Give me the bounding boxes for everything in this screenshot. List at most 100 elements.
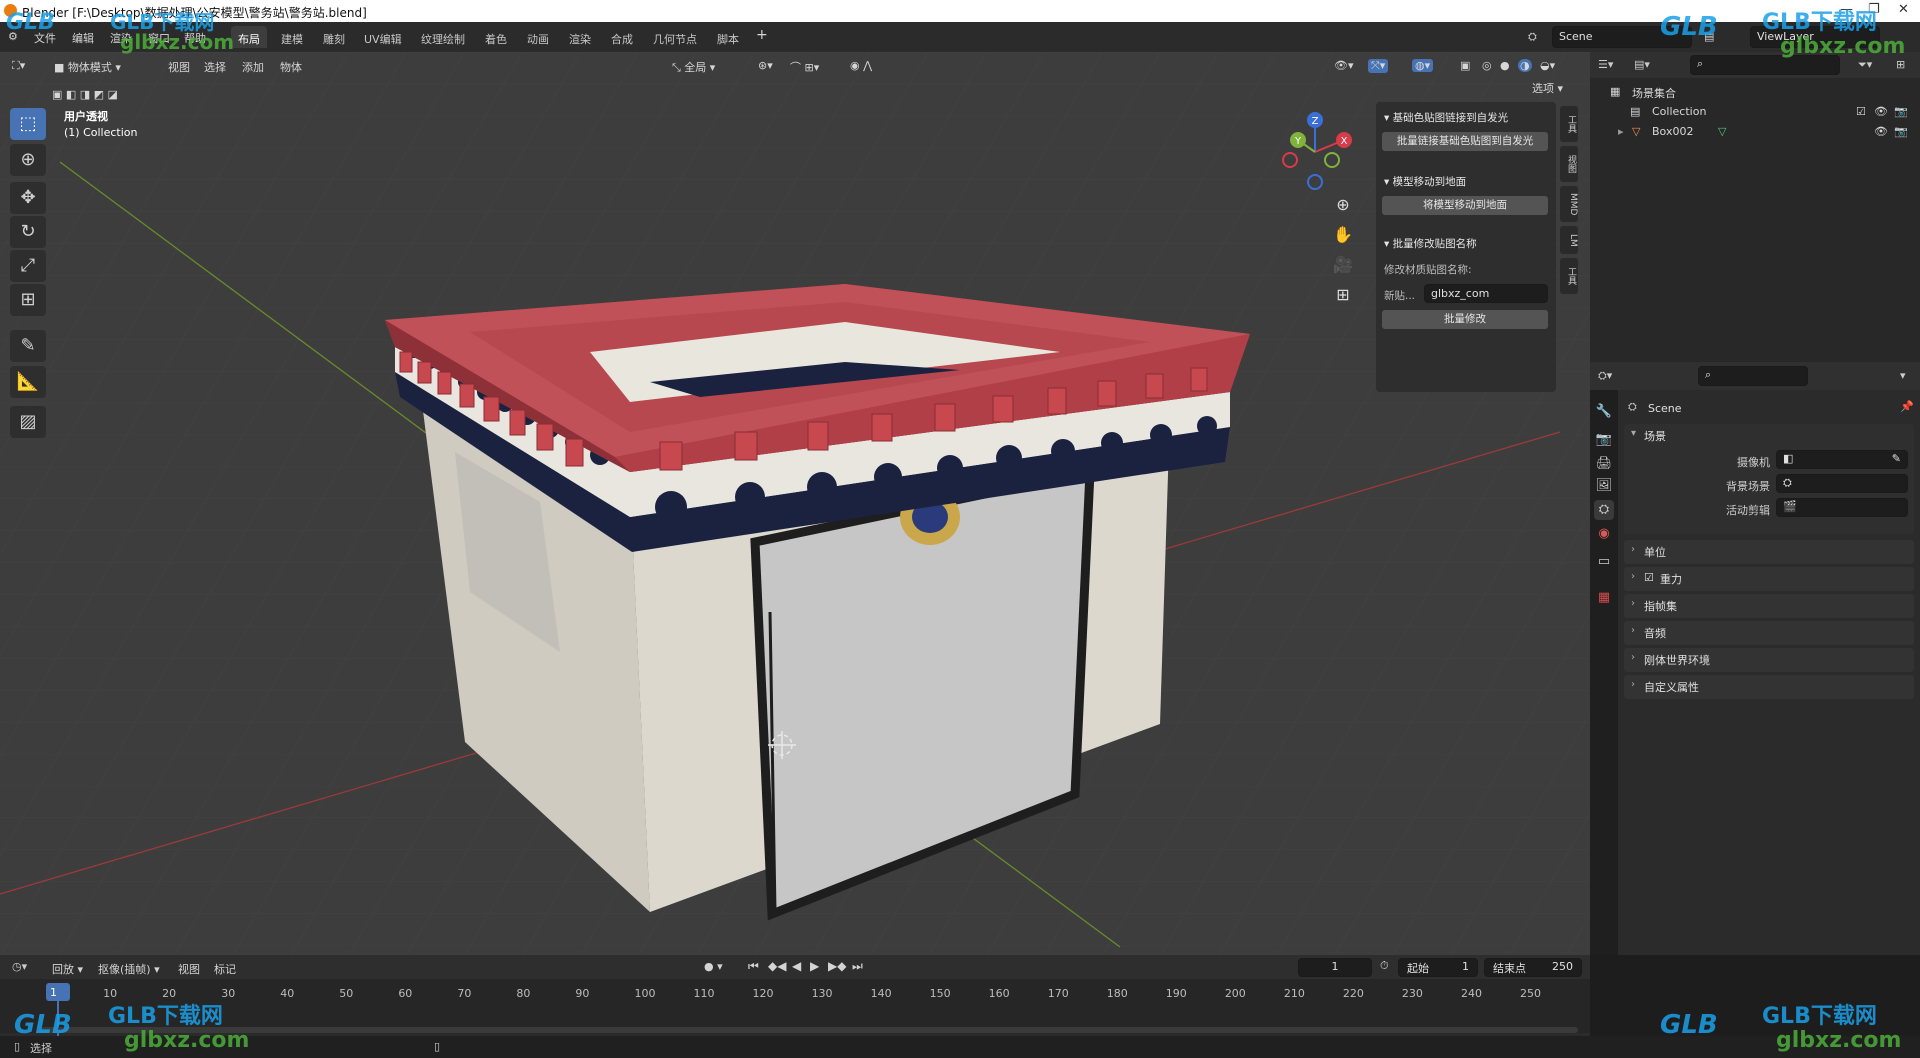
mode-selector[interactable]: ■ 物体模式 ▾ [54, 59, 121, 75]
display-mode-icon[interactable]: ▤▾ [1634, 58, 1650, 71]
tool-tab-icon[interactable]: 🔧 [1594, 402, 1614, 422]
play-reverse-icon[interactable]: ◀ [792, 959, 801, 973]
tab-uv-editing[interactable]: UV编辑 [357, 26, 409, 48]
batch-rename-button[interactable]: 批量修改 [1382, 310, 1548, 329]
view-layer-tab-icon[interactable]: 🖼 [1594, 476, 1614, 496]
prev-keyframe-icon[interactable]: ◆◀ [768, 959, 786, 973]
move-to-ground-button[interactable]: 将模型移动到地面 [1382, 196, 1548, 215]
stopwatch-icon[interactable]: ⏱ [1380, 959, 1389, 973]
expand-arrow-icon[interactable]: ▸ [1618, 125, 1624, 138]
scene-tab-icon[interactable]: ⛭ [1594, 500, 1614, 520]
camera-icon[interactable]: 📷 [1894, 105, 1908, 118]
background-scene-field[interactable]: ⛭ [1776, 474, 1908, 493]
xray-icon[interactable]: ▣ [1460, 59, 1470, 72]
menu-timeline-view[interactable]: 视图 [178, 961, 200, 977]
tab-scripting[interactable]: 脚本 [710, 26, 746, 48]
add-workspace-icon[interactable]: + [756, 27, 768, 43]
shading-rendered-icon[interactable]: ◒▾ [1540, 59, 1555, 72]
properties-editor-icon[interactable]: ⛭▾ [1598, 369, 1612, 383]
visibility-icon[interactable]: 👁▾ [1334, 59, 1354, 72]
snap-icon[interactable]: ⌒ ⊞▾ [790, 59, 819, 75]
close-icon[interactable]: ✕ [1898, 2, 1909, 17]
texture-tab-icon[interactable]: ▦ [1594, 588, 1614, 608]
custom-properties-panel[interactable]: › 自定义属性 [1624, 675, 1914, 699]
side-tab-lm[interactable]: LM [1560, 226, 1578, 254]
tab-layout[interactable]: 布局 [231, 26, 267, 48]
new-collection-icon[interactable]: ⊞ [1896, 58, 1905, 71]
tab-modeling[interactable]: 建模 [274, 26, 310, 48]
navigation-gizmo[interactable]: Z X Y [1270, 110, 1360, 190]
side-tab-tool[interactable]: 工具 [1560, 106, 1578, 142]
options-dropdown[interactable]: 选项 ▾ [1532, 80, 1563, 96]
new-name-input[interactable]: glbxz_com [1424, 284, 1548, 303]
pan-hand-icon[interactable]: ✋ [1330, 222, 1356, 248]
gravity-panel[interactable]: › ☑ 重力 [1624, 567, 1914, 591]
rigid-body-world-panel[interactable]: › 刚体世界环境 [1624, 648, 1914, 672]
keying-sets-panel[interactable]: › 指帧集 [1624, 594, 1914, 618]
jump-end-icon[interactable]: ⏭ [852, 959, 863, 974]
next-keyframe-icon[interactable]: ▶◆ [828, 959, 846, 973]
tab-geometry-nodes[interactable]: 几何节点 [646, 26, 704, 48]
timeline-editor-icon[interactable]: ◷▾ [12, 960, 27, 973]
select-box-tool[interactable]: ⬚ [10, 108, 46, 140]
filter-icon[interactable]: ⏷▾ [1858, 58, 1872, 72]
list-item[interactable]: ▸ ▽ Box002 ▽ 👁 📷 [1590, 122, 1920, 142]
cursor-tool[interactable]: ⊕ [10, 144, 46, 176]
eye-icon[interactable]: 👁 [1874, 125, 1888, 138]
scene-collection-row[interactable]: ▦ 场景集合 [1590, 82, 1920, 102]
proportional-edit-icon[interactable]: ◉ ⋀ [850, 59, 872, 72]
chevron-down-icon[interactable]: ▾ [1900, 369, 1906, 382]
render-tab-icon[interactable]: 📷 [1594, 430, 1614, 450]
current-frame-field[interactable]: 1 [1298, 958, 1372, 977]
menu-keying[interactable]: 抠像(插帧) ▾ [98, 961, 160, 977]
camera-view-icon[interactable]: 🎥 [1330, 252, 1356, 278]
properties-search-input[interactable]: ⌕ [1698, 366, 1808, 386]
ortho-toggle-icon[interactable]: ⊞ [1330, 282, 1356, 308]
start-frame-field[interactable]: 起始 1 [1398, 958, 1478, 977]
end-frame-field[interactable]: 结束点 250 [1484, 958, 1582, 977]
output-tab-icon[interactable]: 🖨 [1594, 454, 1614, 474]
menu-object[interactable]: 物体 [280, 59, 302, 75]
gravity-checkbox[interactable]: ☑ [1644, 571, 1654, 584]
shading-wireframe-icon[interactable]: ◎ [1482, 59, 1492, 72]
tab-shading[interactable]: 着色 [478, 26, 514, 48]
menu-add[interactable]: 添加 [242, 59, 264, 75]
editor-type-icon[interactable]: ⛶▾ [12, 59, 25, 73]
menu-view[interactable]: 视图 [168, 59, 190, 75]
scale-tool[interactable]: ⤢ [10, 250, 46, 282]
menu-select[interactable]: 选择 [204, 59, 226, 75]
collection-tab-icon[interactable]: ▭ [1594, 552, 1614, 572]
camera-icon[interactable]: 📷 [1894, 125, 1908, 138]
tab-rendering[interactable]: 渲染 [562, 26, 598, 48]
world-tab-icon[interactable]: ◉ [1594, 524, 1614, 544]
npanel-section3-header[interactable]: ▾ 批量修改贴图名称 [1384, 236, 1477, 251]
chevron-down-icon[interactable]: ▾ [1631, 428, 1636, 439]
side-tab-mmd[interactable]: MMD [1560, 186, 1578, 222]
pivot-point-icon[interactable]: ⊛▾ [758, 59, 773, 72]
eyedropper-icon[interactable]: ✎ [1892, 452, 1901, 465]
transform-orientation[interactable]: ⤡ 全局 ▾ [672, 59, 715, 75]
add-cube-tool[interactable]: ▨ [10, 406, 46, 438]
record-icon[interactable]: ● ▾ [704, 960, 723, 973]
tab-animation[interactable]: 动画 [520, 26, 556, 48]
checkbox-icon[interactable]: ☑ [1856, 105, 1866, 118]
audio-panel[interactable]: › 音频 [1624, 621, 1914, 645]
overlay-toggle-icon[interactable]: ◍▾ [1412, 59, 1434, 72]
zoom-icon[interactable]: ⊕ [1330, 192, 1356, 218]
npanel-section2-header[interactable]: ▾ 模型移动到地面 [1384, 174, 1466, 189]
scene-selector-icon[interactable]: ⛭ [1528, 30, 1537, 44]
menu-marker[interactable]: 标记 [214, 961, 236, 977]
shading-material-icon[interactable]: ◑ [1518, 59, 1532, 72]
transform-tool[interactable]: ⊞ [10, 284, 46, 316]
menu-edit[interactable]: 编辑 [72, 30, 94, 46]
jump-start-icon[interactable]: ⏮ [748, 959, 759, 974]
measure-tool[interactable]: 📐 [10, 366, 46, 398]
3d-viewport[interactable]: ⛶▾ ■ 物体模式 ▾ 视图 选择 添加 物体 ⤡ 全局 ▾ ⊛▾ ⌒ ⊞▾ ◉… [0, 52, 1590, 955]
units-panel[interactable]: › 单位 [1624, 540, 1914, 564]
side-tab-tool2[interactable]: 工具 [1560, 258, 1578, 294]
rotate-tool[interactable]: ↻ [10, 216, 46, 248]
select-box-modes[interactable]: ▣ ◧ ◨ ◩ ◪ [52, 88, 118, 101]
batch-link-emission-button[interactable]: 批量链接基础色贴图到自发光 [1382, 132, 1548, 151]
tab-texture-paint[interactable]: 纹理绘制 [414, 26, 472, 48]
play-icon[interactable]: ▶ [810, 959, 819, 973]
